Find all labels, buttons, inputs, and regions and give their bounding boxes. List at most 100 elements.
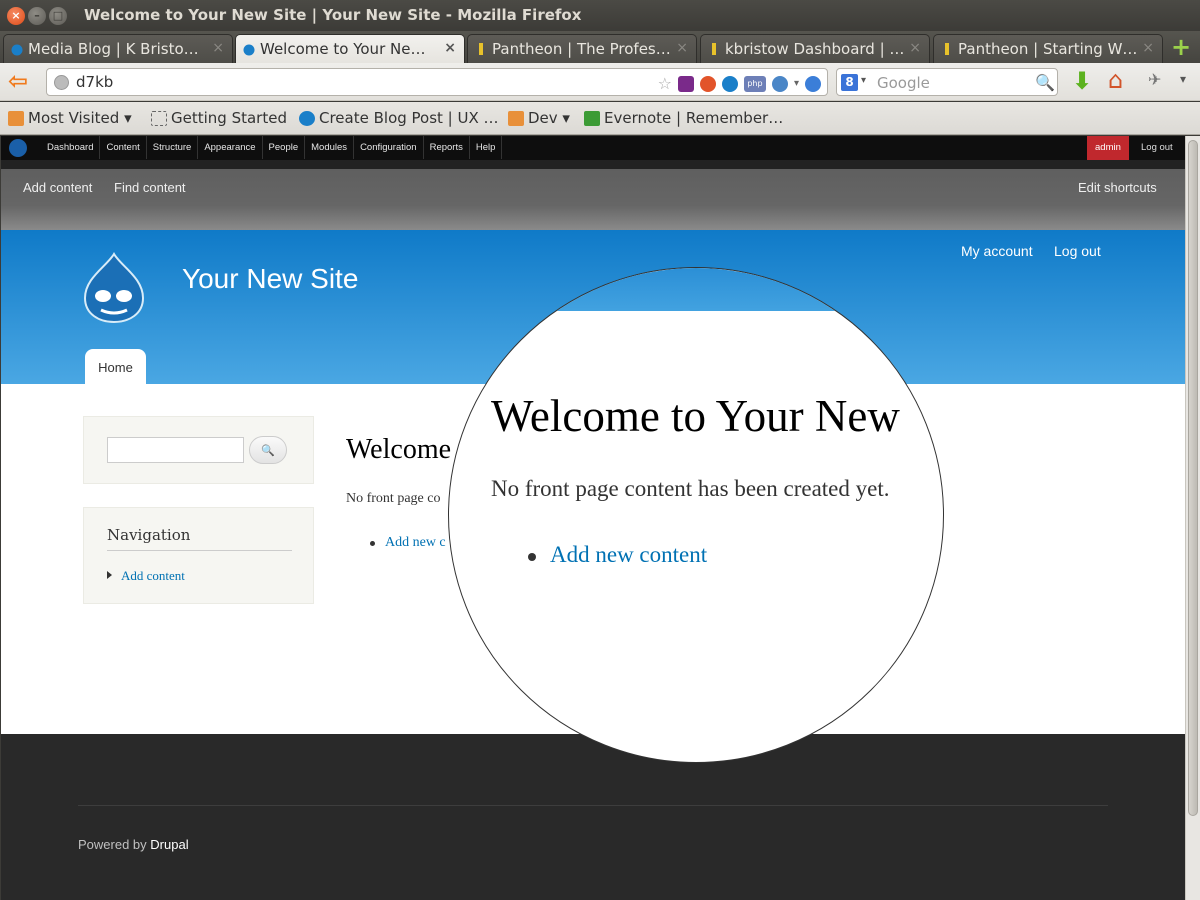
admin-menu-item[interactable]: Content <box>100 136 147 159</box>
pantheon-icon <box>712 43 716 55</box>
tab-label: Pantheon | Starting W… <box>958 40 1138 58</box>
home-icon[interactable]: ⌂ <box>1108 66 1123 94</box>
url-text[interactable]: d7kb <box>76 73 113 91</box>
drupal-admin-toolbar: Dashboard Content Structure Appearance P… <box>1 136 1185 160</box>
window-minimize-button[interactable]: – <box>28 7 46 25</box>
tab-label: Media Blog | K Bristo… <box>28 40 199 58</box>
page-icon <box>151 111 167 126</box>
site-name[interactable]: Your New Site <box>182 263 358 295</box>
search-block: 🔍 <box>83 416 314 484</box>
bookmark-getting-started[interactable]: Getting Started <box>151 109 287 127</box>
navigation-toolbar: ⇦ d7kb ☆ php ▾ 8 ▾ Google 🔍 <box>0 63 1200 101</box>
bookmark-evernote[interactable]: Evernote | Remember… <box>584 109 783 127</box>
browser-tab[interactable]: Media Blog | K Bristo… × <box>3 34 233 63</box>
browser-tab-active[interactable]: Welcome to Your Ne… × <box>235 34 465 63</box>
navigation-title: Navigation <box>107 526 292 551</box>
page-message: No front page co <box>346 491 441 506</box>
drupal-icon <box>299 111 315 126</box>
my-account-link[interactable]: My account <box>961 243 1033 259</box>
admin-menu-item[interactable]: Appearance <box>198 136 263 159</box>
globe-icon <box>54 75 69 90</box>
window-close-button[interactable]: × <box>7 7 25 25</box>
tab-close-icon[interactable]: × <box>444 40 456 56</box>
tab-strip: Media Blog | K Bristo… × Welcome to Your… <box>0 31 1200 63</box>
footer-divider <box>78 805 1108 806</box>
browser-tab[interactable]: kbristow Dashboard | … × <box>700 34 930 63</box>
bookmark-create-blog-post[interactable]: Create Blog Post | UX … <box>299 109 499 127</box>
extension-icon[interactable]: ✈ <box>1148 70 1161 89</box>
shortcuts-bar: Add content Find content Edit shortcuts <box>1 160 1185 230</box>
admin-menu-item[interactable]: Help <box>470 136 503 159</box>
chevron-down-icon[interactable]: ▾ <box>1180 72 1186 86</box>
tab-label: Pantheon | The Profes… <box>492 40 671 58</box>
edit-shortcuts-link[interactable]: Edit shortcuts <box>1078 180 1157 195</box>
bookmarks-toolbar: Most Visited ▾ Getting Started Create Bl… <box>0 102 1200 135</box>
tab-close-icon[interactable]: × <box>212 40 224 56</box>
admin-menu-item[interactable]: People <box>263 136 306 159</box>
bookmark-most-visited[interactable]: Most Visited ▾ <box>8 109 132 127</box>
admin-menu-item[interactable]: Structure <box>147 136 199 159</box>
tab-close-icon[interactable]: × <box>909 40 921 56</box>
admin-menu-item[interactable]: Reports <box>424 136 470 159</box>
extension-icon[interactable] <box>677 75 694 92</box>
page-viewport: Dashboard Content Structure Appearance P… <box>1 136 1185 900</box>
magnifier-lens: Welcome to Your New No front page conten… <box>448 267 944 763</box>
tab-close-icon[interactable]: × <box>676 40 688 56</box>
back-arrow-icon[interactable]: ⇦ <box>8 69 36 95</box>
drupal-icon <box>243 44 255 56</box>
window-maximize-button[interactable]: □ <box>49 7 67 25</box>
magnified-add-new-content-link[interactable]: Add new content <box>550 542 707 568</box>
magnified-header <box>449 268 943 311</box>
pantheon-icon <box>945 43 949 55</box>
search-box[interactable]: 8 ▾ Google 🔍 <box>836 68 1058 96</box>
powered-by-text: Powered by Drupal <box>78 837 189 852</box>
search-placeholder[interactable]: Google <box>877 74 930 92</box>
toolbar-logout-link[interactable]: Log out <box>1141 142 1173 153</box>
reload-icon[interactable] <box>805 75 821 92</box>
new-tab-button[interactable]: + <box>1166 35 1196 61</box>
admin-menu-item[interactable]: Modules <box>305 136 355 159</box>
bookmark-star-icon[interactable]: ☆ <box>658 74 672 93</box>
admin-user-link[interactable]: admin <box>1087 136 1129 160</box>
url-bar-icons: ☆ php ▾ <box>658 74 821 93</box>
evernote-icon <box>584 111 600 126</box>
search-button[interactable]: 🔍 <box>249 436 287 464</box>
drupal-icon[interactable] <box>721 75 738 92</box>
php-icon[interactable]: php <box>743 75 766 92</box>
scrollbar-thumb[interactable] <box>1188 140 1198 816</box>
drupal-icon <box>11 44 23 56</box>
shortcut-find-content[interactable]: Find content <box>114 180 186 195</box>
admin-menu: Dashboard Content Structure Appearance P… <box>41 136 503 159</box>
chevron-down-icon[interactable]: ▾ <box>861 75 866 86</box>
drupal-logo-icon[interactable] <box>81 252 147 324</box>
extension-icon[interactable] <box>771 75 788 92</box>
drupal-link[interactable]: Drupal <box>150 837 188 852</box>
page-title: Welcome <box>346 434 452 465</box>
admin-menu-item[interactable]: Configuration <box>354 136 424 159</box>
shortcut-add-content[interactable]: Add content <box>23 180 92 195</box>
drupal-home-icon[interactable] <box>9 139 27 157</box>
search-input[interactable] <box>107 437 244 463</box>
extension-icon[interactable] <box>699 75 716 92</box>
search-icon[interactable]: 🔍 <box>1035 73 1055 92</box>
tab-label: kbristow Dashboard | … <box>725 40 905 58</box>
tab-close-icon[interactable]: × <box>1142 40 1154 56</box>
browser-tab[interactable]: Pantheon | Starting W… × <box>933 34 1163 63</box>
navigation-block: Navigation Add content <box>83 507 314 604</box>
add-new-content-link[interactable]: Add new c <box>385 535 446 551</box>
admin-menu-item[interactable]: Dashboard <box>41 136 101 159</box>
chevron-down-icon[interactable]: ▾ <box>794 78 799 89</box>
download-icon[interactable]: ⬇ <box>1072 67 1092 95</box>
window-controls: × – □ <box>7 7 67 25</box>
tab-label: Welcome to Your Ne… <box>260 40 426 58</box>
browser-tab[interactable]: Pantheon | The Profes… × <box>467 34 697 63</box>
tab-home[interactable]: Home <box>85 349 146 384</box>
url-bar[interactable]: d7kb ☆ php ▾ <box>46 68 828 96</box>
list-bullet <box>370 541 375 546</box>
vertical-scrollbar[interactable] <box>1185 136 1200 900</box>
nav-add-content-link[interactable]: Add content <box>121 568 185 584</box>
google-icon[interactable]: 8 <box>841 74 858 91</box>
logout-link[interactable]: Log out <box>1054 243 1101 259</box>
pantheon-icon <box>479 43 483 55</box>
bookmark-dev[interactable]: Dev ▾ <box>508 109 570 127</box>
